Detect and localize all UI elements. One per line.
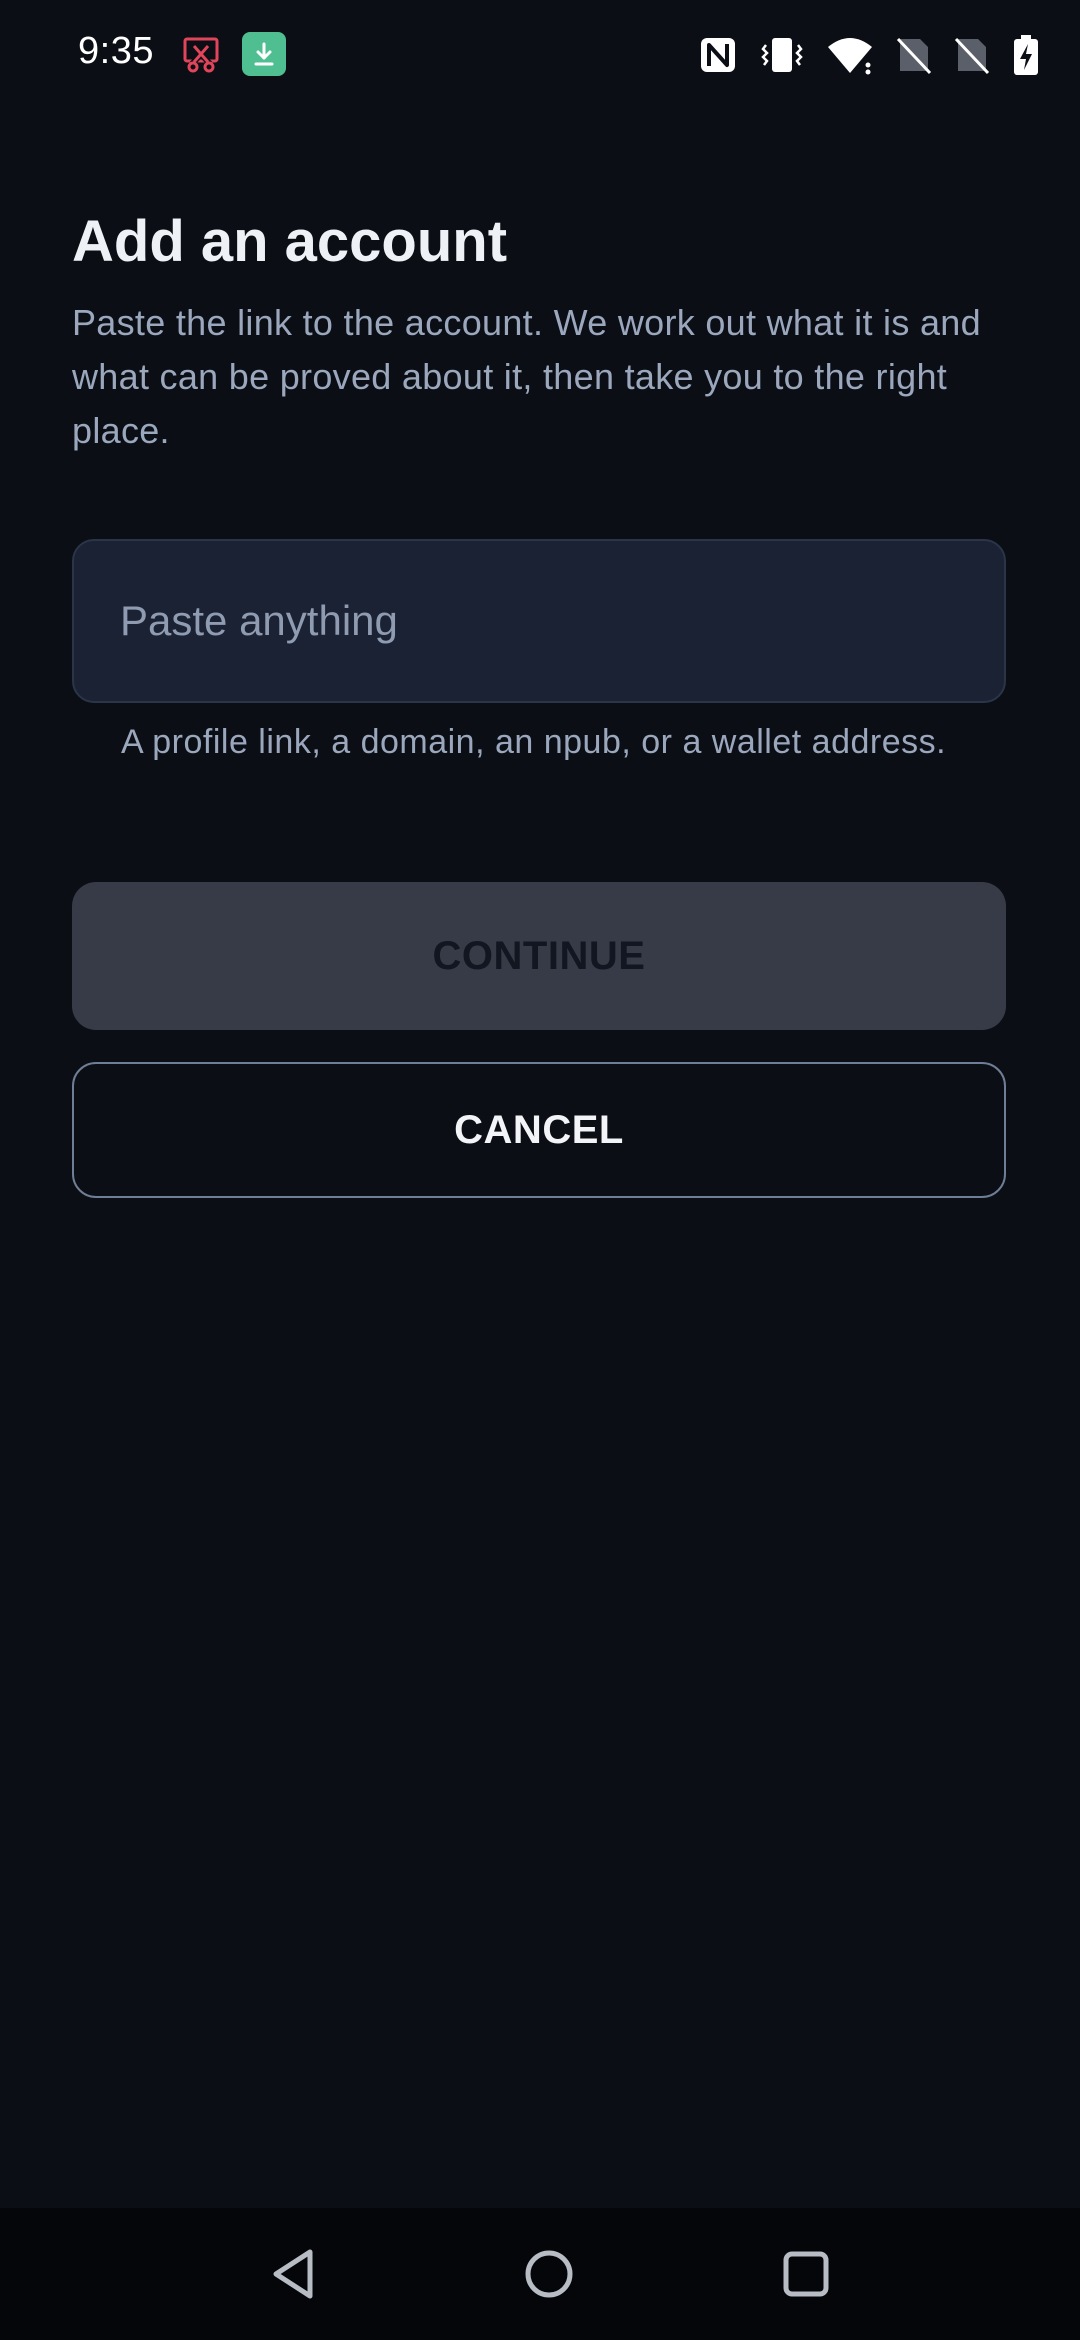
nfc-icon: [698, 35, 738, 75]
input-helper-text: A profile link, a domain, an npub, or a …: [121, 723, 947, 761]
continue-button[interactable]: CONTINUE: [72, 882, 1006, 1030]
paste-input-container[interactable]: [72, 539, 1006, 703]
vibrate-icon: [760, 35, 804, 75]
page-description: Paste the link to the account. We work o…: [72, 302, 981, 451]
system-icons: [698, 34, 1040, 76]
no-sim-icon: [954, 35, 990, 75]
status-bar: 9:35: [0, 0, 1080, 110]
navigation-bar: [0, 2208, 1080, 2340]
recents-icon[interactable]: [764, 2232, 848, 2316]
wifi-icon: [826, 35, 874, 75]
screenshot-cut-icon: [180, 32, 224, 76]
download-icon: [242, 32, 286, 76]
home-icon[interactable]: [507, 2232, 591, 2316]
page-title: Add an account: [72, 209, 508, 274]
status-time: 9:35: [78, 30, 154, 72]
cancel-button[interactable]: CANCEL: [72, 1062, 1006, 1198]
back-icon[interactable]: [252, 2232, 336, 2316]
paste-input[interactable]: [120, 541, 960, 701]
battery-charging-icon: [1012, 34, 1040, 76]
no-sim-icon: [896, 35, 932, 75]
